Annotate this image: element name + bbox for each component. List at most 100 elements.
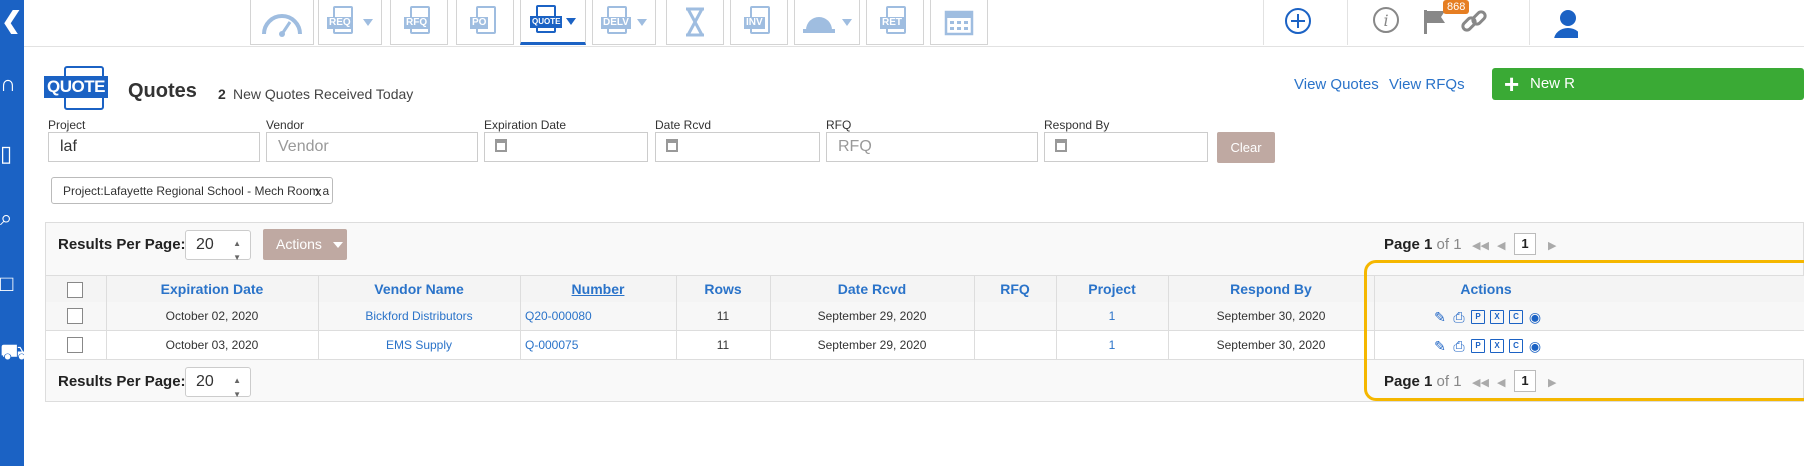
date-rcvd-input[interactable] [655, 132, 820, 162]
truck-icon[interactable]: ⛟ [0, 340, 24, 364]
document-icon: REQ [327, 6, 357, 38]
page-icon[interactable]: □ [0, 272, 24, 296]
rfq-cell [974, 302, 1056, 330]
chevron-down-icon [637, 18, 647, 26]
excel-icon[interactable]: X [1490, 310, 1504, 324]
spinner-icon: ▲ ▼ [233, 376, 241, 399]
notification-badge: 868 [1443, 0, 1470, 14]
collapse-icon[interactable]: ❮ [0, 10, 24, 34]
respond-by-cell: September 30, 2020 [1216, 309, 1326, 323]
project-filter-input[interactable]: laf [48, 132, 260, 162]
next-page-icon[interactable]: ▶ [1548, 239, 1556, 252]
filter-tag-label: Project:Lafayette Regional School - Mech… [63, 184, 330, 198]
tab-rfq[interactable]: RFQ [390, 0, 448, 45]
excel-icon[interactable]: X [1490, 339, 1504, 353]
expiration-date-input[interactable] [484, 132, 648, 162]
respond-by-cell: September 30, 2020 [1216, 338, 1326, 352]
first-page-icon[interactable]: ◀◀ [1472, 376, 1489, 389]
tab-inv[interactable]: INV [730, 0, 788, 45]
camera-icon[interactable]: ◉ [1528, 339, 1542, 353]
row-checkbox[interactable] [67, 337, 83, 353]
page-number-box[interactable]: 1 [1514, 370, 1536, 392]
bulk-actions-button[interactable]: Actions [263, 229, 347, 260]
col-number[interactable]: Number [520, 276, 676, 303]
project-link[interactable]: 1 [1056, 331, 1168, 359]
document-icon: RFQ [404, 6, 434, 38]
spinner-icon: ▲ ▼ [233, 239, 241, 262]
results-per-page-select[interactable]: 20 ▲ ▼ [185, 367, 251, 399]
row-actions: ✎ ⎙ P X C ◉ [1433, 310, 1542, 324]
results-per-page-select[interactable]: 20 ▲ ▼ [185, 230, 251, 262]
new-quotes-text: New Quotes Received Today [233, 86, 414, 102]
pdf-icon[interactable]: P [1471, 339, 1485, 353]
prev-page-icon[interactable]: ◀ [1497, 239, 1505, 252]
tab-po[interactable]: PO [456, 0, 514, 45]
edit-icon[interactable]: ✎ [1433, 310, 1447, 324]
csv-icon[interactable]: C [1509, 339, 1523, 353]
col-vendor-name[interactable]: Vendor Name [318, 276, 520, 303]
rfq-cell [974, 331, 1056, 359]
col-rfq[interactable]: RFQ [974, 276, 1056, 303]
search-icon[interactable]: ⌕ [0, 206, 24, 230]
column-divider [770, 275, 771, 359]
pager-bottom: Page 1 of 1 [1384, 373, 1462, 390]
page-number-box[interactable]: 1 [1514, 233, 1536, 255]
info-icon[interactable]: i [1370, 6, 1402, 38]
tab-pending[interactable] [666, 0, 724, 45]
vendor-filter-label: Vendor [266, 118, 305, 132]
tab-dashboard[interactable] [250, 0, 314, 45]
tab-ret[interactable]: RET [866, 0, 924, 45]
col-project[interactable]: Project [1056, 276, 1168, 303]
project-link[interactable]: 1 [1056, 302, 1168, 330]
vendor-name-link[interactable]: EMS Supply [318, 331, 520, 359]
document-icon: INV [744, 6, 774, 38]
print-icon[interactable]: ⎙ [1452, 339, 1466, 353]
tab-projects[interactable] [794, 0, 860, 45]
col-rows[interactable]: Rows [676, 276, 770, 303]
col-respond-by[interactable]: Respond By [1168, 276, 1374, 303]
vendor-filter-input[interactable]: Vendor [266, 132, 478, 162]
col-date-rcvd[interactable]: Date Rcvd [770, 276, 974, 303]
tab-req[interactable]: REQ [318, 0, 382, 45]
row-actions: ✎ ⎙ P X C ◉ [1433, 339, 1542, 353]
view-quotes-link[interactable]: View Quotes [1294, 76, 1379, 93]
quote-number-link[interactable]: Q-000075 [525, 331, 675, 359]
tab-calendar[interactable] [930, 0, 988, 45]
headset-icon[interactable]: ∩ [0, 72, 24, 96]
tab-quote[interactable]: QUOTE [520, 0, 586, 45]
rfq-filter-input[interactable]: RFQ [826, 132, 1038, 162]
print-icon[interactable]: ⎙ [1452, 310, 1466, 324]
user-avatar-icon[interactable] [1548, 6, 1578, 38]
camera-icon[interactable]: ◉ [1528, 310, 1542, 324]
respond-by-filter-label: Respond By [1044, 118, 1110, 132]
table-header: Expiration Date Vendor Name Number Rows … [46, 275, 1804, 304]
column-divider [318, 275, 319, 359]
chevron-down-icon [842, 18, 852, 26]
row-checkbox[interactable] [67, 308, 83, 324]
date-rcvd-filter-label: Date Rcvd [655, 118, 712, 132]
expiration-date-cell: October 03, 2020 [165, 338, 259, 352]
select-all-checkbox[interactable] [67, 282, 83, 298]
clear-button[interactable]: Clear [1217, 132, 1275, 163]
view-rfqs-link[interactable]: View RFQs [1389, 76, 1465, 93]
remove-filter-icon[interactable]: x [315, 178, 322, 205]
csv-icon[interactable]: C [1509, 310, 1523, 324]
page-title: Quotes [128, 80, 197, 102]
rows-cell: 11 [716, 338, 730, 352]
add-icon[interactable] [1282, 6, 1314, 38]
hardhat-icon [803, 17, 835, 33]
first-page-icon[interactable]: ◀◀ [1472, 239, 1489, 252]
vendor-name-link[interactable]: Bickford Distributors [318, 302, 520, 330]
document-icon[interactable]: ▯ [0, 142, 24, 166]
tab-delv[interactable]: DELV [592, 0, 656, 45]
prev-page-icon[interactable]: ◀ [1497, 376, 1505, 389]
next-page-icon[interactable]: ▶ [1548, 376, 1556, 389]
edit-icon[interactable]: ✎ [1433, 339, 1447, 353]
col-expiration-date[interactable]: Expiration Date [106, 276, 318, 303]
quote-number-link[interactable]: Q20-000080 [525, 302, 675, 330]
left-sidebar: ❮ ∩ ▯ ⌕ □ ⛟ [0, 0, 24, 466]
chevron-down-icon [566, 17, 576, 25]
pdf-icon[interactable]: P [1471, 310, 1485, 324]
respond-by-input[interactable] [1044, 132, 1208, 162]
new-rfq-button[interactable]: + New R [1492, 68, 1804, 100]
